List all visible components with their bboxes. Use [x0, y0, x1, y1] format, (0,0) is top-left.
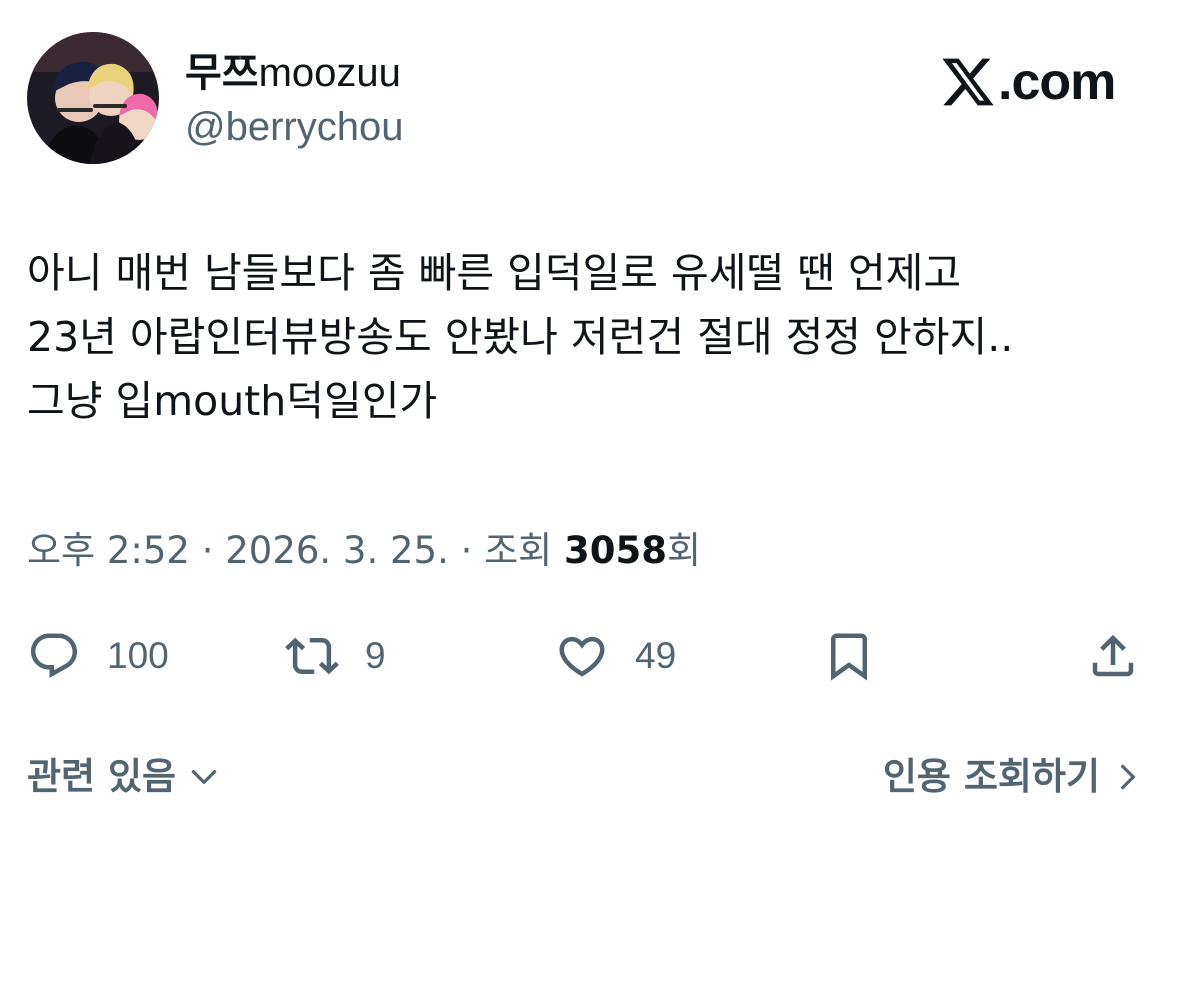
- heart-icon: [559, 636, 605, 677]
- x-logo-icon: [942, 58, 994, 106]
- like-count: 49: [635, 635, 677, 676]
- chevron-right-icon: [1121, 764, 1135, 790]
- tweet-line: 그냥 입mouth덕일인가: [27, 377, 438, 425]
- views-suffix: 회: [666, 529, 702, 572]
- meta-separator: ·: [460, 529, 473, 572]
- repost-button[interactable]: 9: [285, 628, 386, 684]
- tweet-text: 아니 매번 남들보다 좀 빠른 입덕일로 유세떨 땐 언제고 23년 아랍인터뷰…: [27, 241, 1167, 433]
- view-quotes-link[interactable]: 인용 조회하기: [883, 752, 1144, 802]
- author-handle[interactable]: @berrychou: [185, 104, 403, 150]
- brand-suffix: .com: [998, 53, 1116, 111]
- repost-icon: [285, 637, 339, 675]
- bookmark-button[interactable]: [822, 628, 876, 684]
- display-name-latin: moozuu: [258, 51, 401, 95]
- related-toggle[interactable]: 관련 있음: [27, 752, 220, 802]
- chevron-down-icon: [191, 770, 217, 784]
- tweet-time[interactable]: 오후 2:52: [27, 529, 190, 572]
- share-icon: [1092, 634, 1134, 677]
- meta-separator: ·: [201, 529, 214, 572]
- tweet-line: 아니 매번 남들보다 좀 빠른 입덕일로 유세떨 땐 언제고: [27, 249, 962, 297]
- avatar-illustration: [27, 32, 159, 164]
- view-quotes-label: 인용 조회하기: [882, 755, 1100, 798]
- bookmark-icon: [831, 633, 867, 681]
- reply-icon: [30, 633, 78, 678]
- share-button[interactable]: [1086, 628, 1140, 684]
- views-count: 3058: [563, 529, 667, 572]
- tweet-date[interactable]: 2026. 3. 25.: [225, 529, 449, 572]
- reply-button[interactable]: 100: [27, 628, 169, 684]
- repost-count: 9: [365, 635, 386, 676]
- x-brand-link[interactable]: .com: [940, 52, 1116, 112]
- tweet-line: 23년 아랍인터뷰방송도 안봤나 저런건 절대 정정 안하지..: [27, 313, 1014, 361]
- views-label: 조회: [484, 529, 553, 572]
- tweet-meta: 오후 2:52 · 2026. 3. 25. · 조회 3058회: [27, 526, 701, 576]
- avatar[interactable]: [27, 32, 159, 164]
- reply-count: 100: [107, 635, 169, 676]
- related-label: 관련 있음: [27, 755, 177, 798]
- like-button[interactable]: 49: [555, 628, 676, 684]
- author-display-name[interactable]: 무쯔moozuu: [185, 50, 401, 96]
- display-name-hangul: 무쯔: [185, 50, 259, 96]
